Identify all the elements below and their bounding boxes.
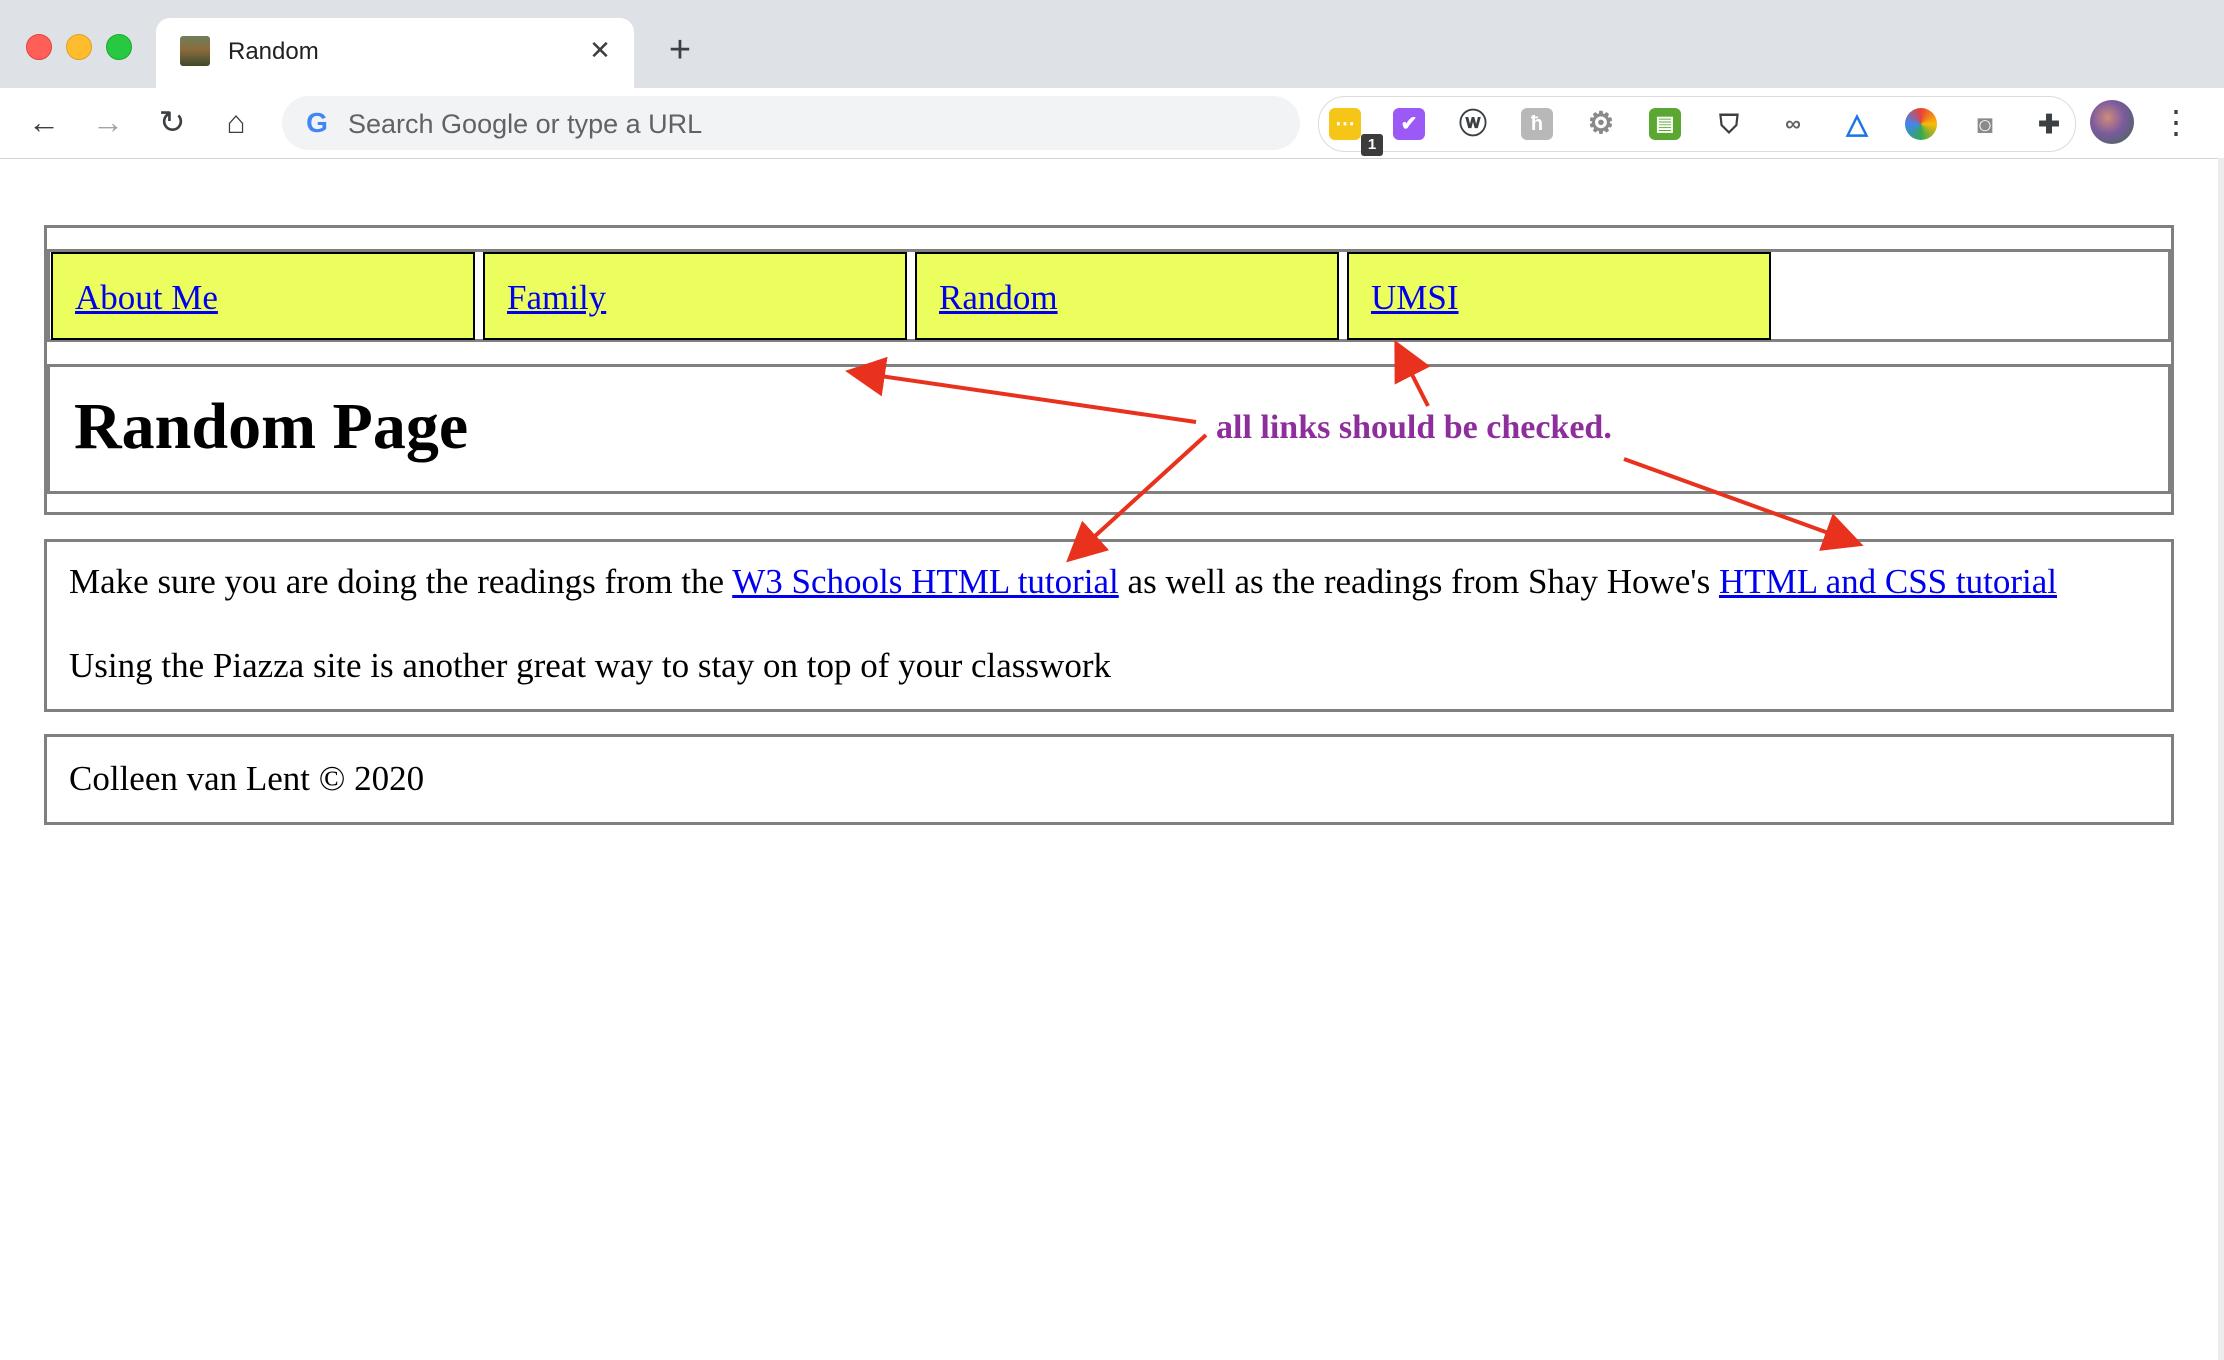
printer-icon[interactable]: ▤ xyxy=(1649,108,1681,140)
glasses-icon[interactable]: ∞ xyxy=(1777,108,1809,140)
google-icon: G xyxy=(306,107,328,138)
page-content: About Me Family Random UMSI Random Page … xyxy=(0,159,2218,1360)
address-bar[interactable]: G xyxy=(282,96,1300,150)
maximize-window-button[interactable] xyxy=(106,34,132,60)
w-logo-icon[interactable]: ⓦ xyxy=(1457,108,1489,140)
sticky-note-icon[interactable]: ⋯ 1 xyxy=(1329,108,1383,156)
tab-strip: Random ✕ + xyxy=(0,0,2224,88)
gear-icon[interactable]: ⚙ xyxy=(1585,108,1617,140)
minimize-window-button[interactable] xyxy=(66,34,92,60)
extension-badge: 1 xyxy=(1361,134,1383,156)
close-window-button[interactable] xyxy=(26,34,52,60)
active-tab[interactable]: Random ✕ xyxy=(156,18,634,88)
camera-icon[interactable]: ◙ xyxy=(1969,108,2001,140)
favicon-icon xyxy=(180,36,210,66)
back-button[interactable]: ← xyxy=(24,102,64,142)
checkmark-task-icon[interactable]: ✔ xyxy=(1393,108,1425,140)
arrow-to-nav-umsi xyxy=(1394,339,1431,407)
annotation-text: all links should be checked. xyxy=(1216,409,1612,446)
menu-icon[interactable]: ⋮ xyxy=(2160,102,2192,142)
tab-title: Random xyxy=(228,38,319,65)
new-tab-button[interactable]: + xyxy=(660,30,700,70)
extensions-area: ⋯ 1 ✔ ⓦ ħ ⚙ ▤ ⛉ ∞ △ ◙ ✚ xyxy=(1318,96,2076,156)
shield-icon[interactable]: ⛉ xyxy=(1713,108,1745,140)
arrow-to-nav-random xyxy=(845,356,1197,424)
home-button[interactable]: ⌂ xyxy=(216,102,256,142)
puzzle-icon[interactable]: ✚ xyxy=(2033,108,2065,140)
ax-triangle-icon[interactable]: △ xyxy=(1841,108,1873,140)
reload-button[interactable]: ↻ xyxy=(152,102,192,142)
forward-button[interactable]: → xyxy=(88,102,128,142)
browser-toolbar: ← → ↻ ⌂ G ⋯ 1 ✔ ⓦ ħ ⚙ ▤ ⛉ ∞ △ ◙ ✚ ⋮ xyxy=(0,88,2224,159)
arrow-to-howe-link xyxy=(1623,457,1864,551)
annotation-arrows xyxy=(845,339,1864,563)
color-wheel-icon[interactable] xyxy=(1905,108,1937,140)
window-edge xyxy=(2218,158,2224,1360)
address-input[interactable] xyxy=(346,104,1250,144)
arrow-to-w3schools-link xyxy=(1066,433,1208,563)
profile-avatar[interactable] xyxy=(2090,100,2134,144)
h-logo-icon[interactable]: ħ xyxy=(1521,108,1553,140)
close-tab-icon[interactable]: ✕ xyxy=(584,34,616,66)
